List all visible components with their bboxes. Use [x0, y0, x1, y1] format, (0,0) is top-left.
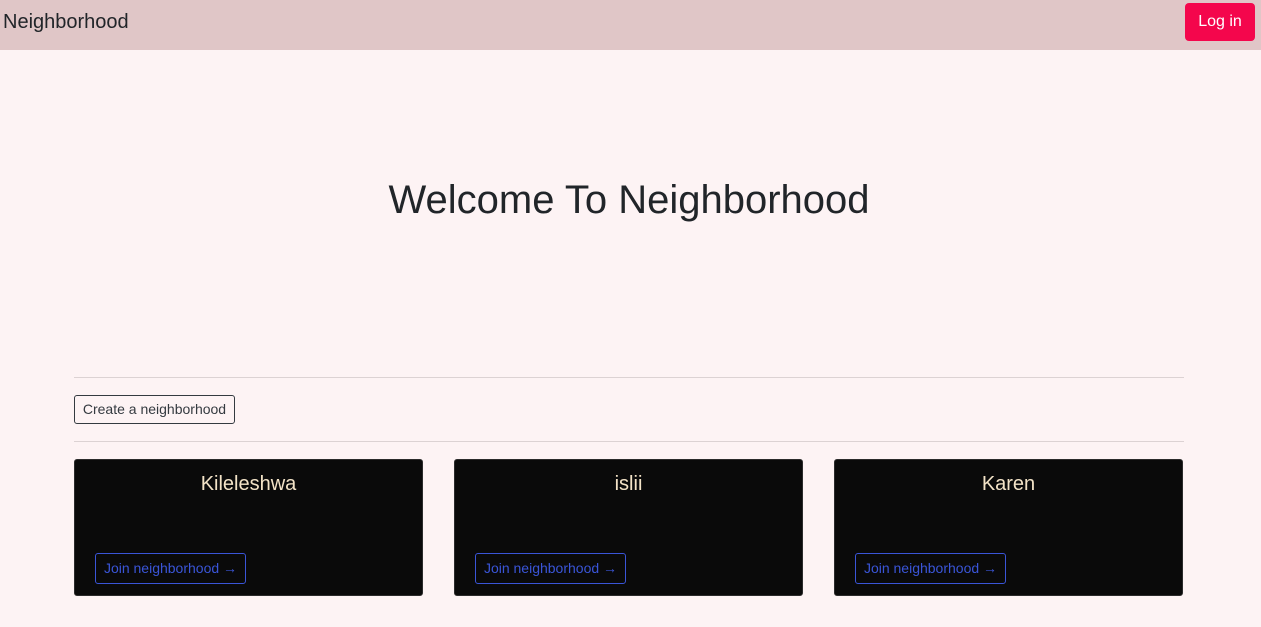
join-neighborhood-button[interactable]: Join neighborhood →	[475, 553, 626, 584]
neighborhood-name: Karen	[981, 473, 1036, 495]
join-neighborhood-button[interactable]: Join neighborhood →	[95, 553, 246, 584]
brand-link[interactable]: Neighborhood	[3, 10, 129, 34]
divider-top	[74, 377, 1184, 378]
top-navbar: Neighborhood Log in	[0, 0, 1261, 50]
divider-bottom	[74, 441, 1184, 442]
neighborhood-card: Karen Join neighborhood →	[834, 459, 1183, 596]
join-neighborhood-button[interactable]: Join neighborhood →	[855, 553, 1006, 584]
create-neighborhood-button[interactable]: Create a neighborhood	[74, 395, 235, 424]
neighborhood-name: Kileleshwa	[200, 473, 297, 495]
login-button[interactable]: Log in	[1185, 3, 1255, 41]
neighborhood-name: islii	[614, 473, 643, 495]
page-title: Welcome To Neighborhood	[388, 178, 870, 222]
neighborhood-card: islii Join neighborhood →	[454, 459, 803, 596]
neighborhood-card: Kileleshwa Join neighborhood →	[74, 459, 423, 596]
